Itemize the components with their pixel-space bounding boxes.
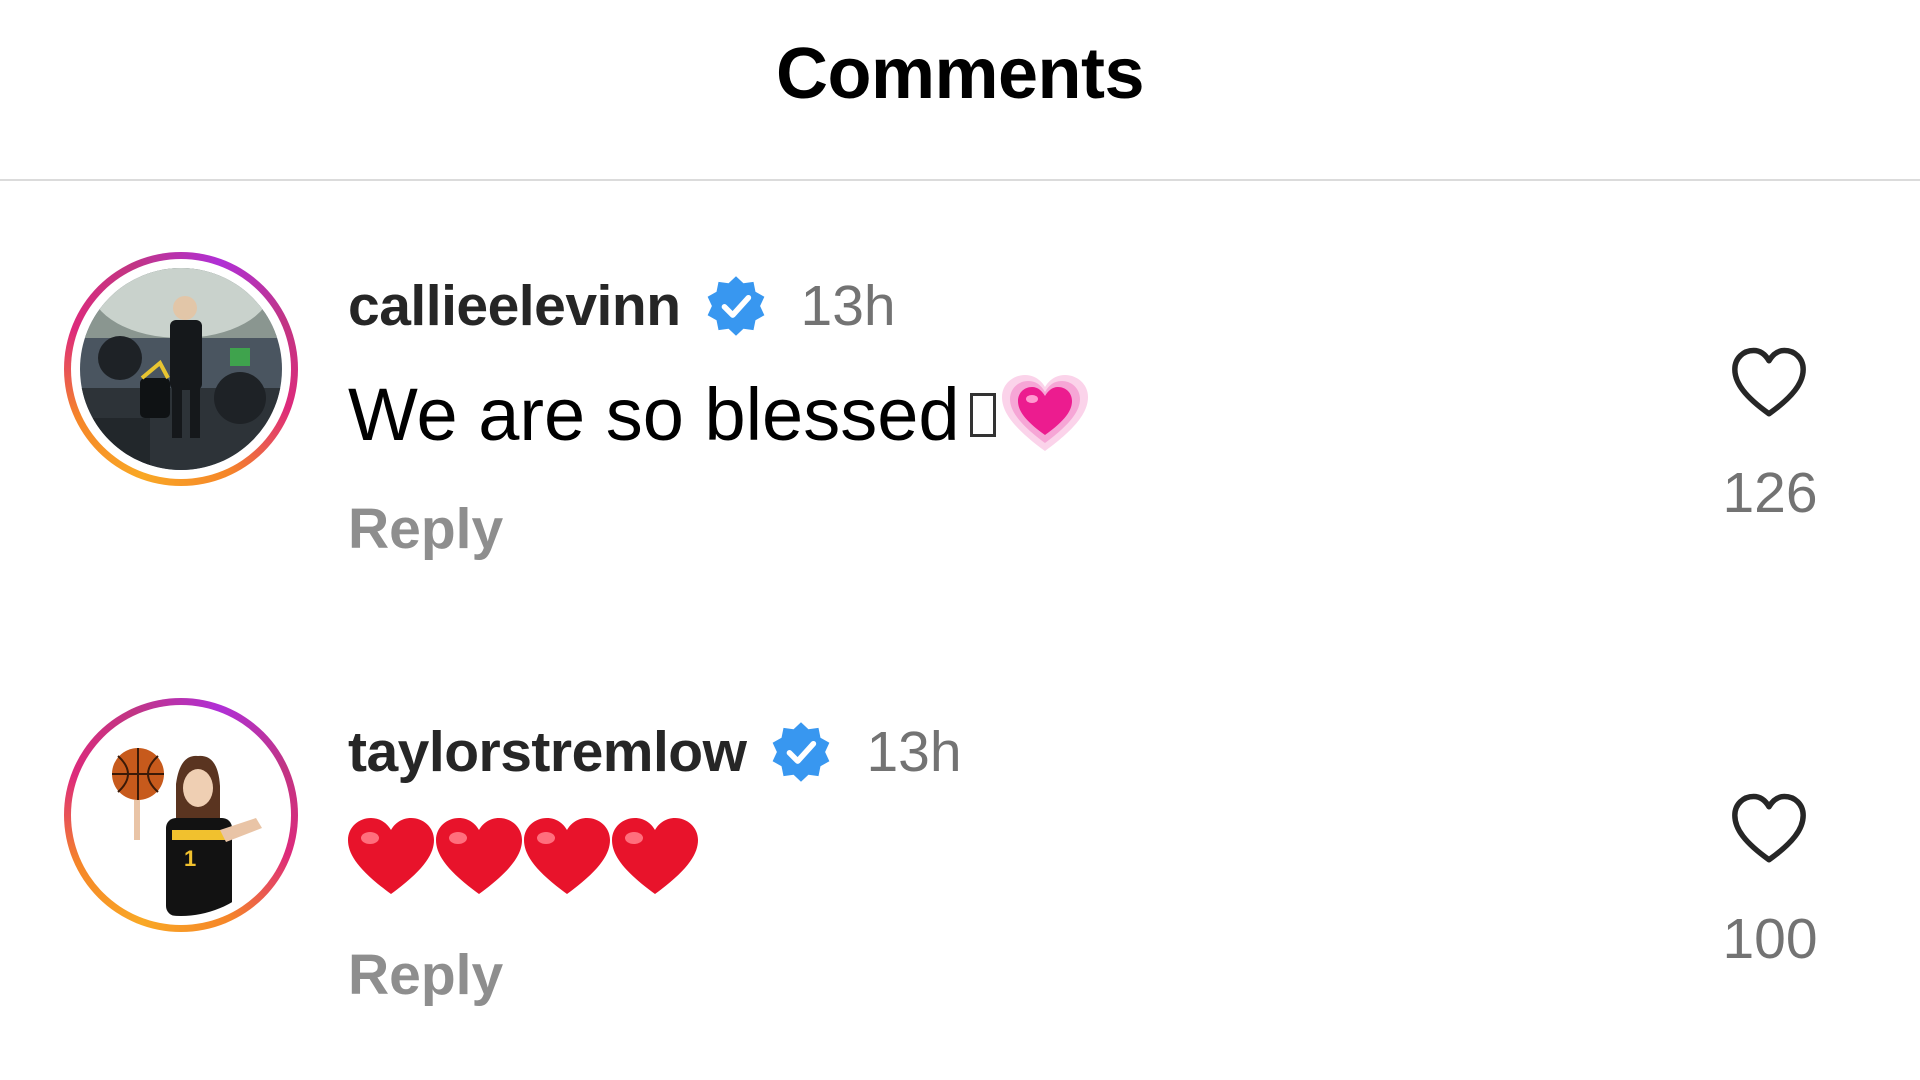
username[interactable]: taylorstremlow xyxy=(348,719,747,785)
red-heart-emoji-icon xyxy=(436,818,522,894)
reply-button[interactable]: Reply xyxy=(348,496,503,562)
growing-heart-emoji-icon xyxy=(1001,374,1088,451)
comment-item: callieelevinn 13h We are so blessed Repl… xyxy=(0,252,1920,652)
comments-screen: Comments callieelevinn 13h We are so ble… xyxy=(0,0,1920,1080)
comment-body: We are so blessed xyxy=(348,373,960,456)
like-count: 126 xyxy=(1722,461,1818,525)
red-heart-emoji-icon xyxy=(524,818,610,894)
comment-item: 1 taylorstremlow 13h Reply 100 xyxy=(0,698,1920,1080)
story-ring[interactable] xyxy=(64,252,298,486)
username[interactable]: callieelevinn xyxy=(348,273,681,339)
verified-badge-icon xyxy=(768,719,834,785)
emoji-row xyxy=(348,818,698,896)
verified-badge-icon xyxy=(703,273,769,339)
comment-timestamp: 13h xyxy=(800,274,896,338)
reply-button[interactable]: Reply xyxy=(348,942,503,1008)
comment-timestamp: 13h xyxy=(866,720,962,784)
page-title: Comments xyxy=(775,33,1145,114)
comment-text: We are so blessed xyxy=(348,372,1088,457)
red-heart-emoji-icon xyxy=(612,818,698,894)
svg-text:1: 1 xyxy=(184,846,196,871)
comments-header: Comments xyxy=(0,0,1920,181)
like-heart-icon[interactable] xyxy=(1728,342,1810,424)
missing-glyph-icon xyxy=(969,392,996,437)
avatar[interactable] xyxy=(80,268,282,470)
red-heart-emoji-icon xyxy=(348,818,434,894)
comment-text xyxy=(348,818,698,896)
like-heart-icon[interactable] xyxy=(1728,788,1810,870)
story-ring[interactable]: 1 xyxy=(64,698,298,932)
avatar[interactable]: 1 xyxy=(80,714,282,916)
like-count: 100 xyxy=(1722,907,1818,971)
